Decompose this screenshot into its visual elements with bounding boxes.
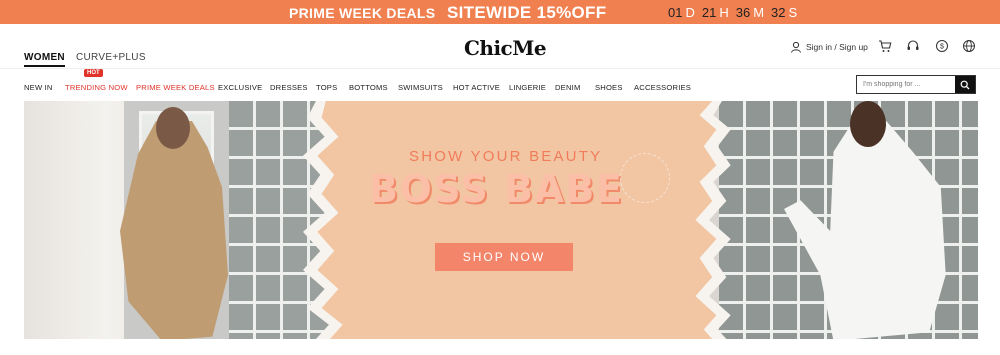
category-nav: HOT NEW IN TRENDING NOW PRIME WEEK DEALS…: [0, 68, 1000, 98]
nav-item-lingerie[interactable]: LINGERIE: [509, 83, 546, 92]
banner-headline: SHOW YOUR BEAUTY: [409, 148, 603, 165]
timer-minutes-unit: M: [753, 5, 765, 20]
timer-days-value: 01: [668, 5, 683, 20]
search-box: [856, 75, 976, 94]
nav-item-tops[interactable]: TOPS: [316, 83, 337, 92]
nav-item-hot-active[interactable]: HOT ACTIVE: [453, 83, 500, 92]
timer-seconds-unit: S: [788, 5, 798, 20]
cart-icon[interactable]: [878, 39, 892, 53]
globe-icon[interactable]: [962, 39, 976, 53]
banner-title: BOSS BABE: [369, 167, 624, 211]
currency-icon[interactable]: $: [935, 39, 949, 53]
signin-label: Sign in / Sign up: [806, 42, 868, 52]
timer-days-unit: D: [685, 5, 695, 20]
prime-week-deals-text: PRIME WEEK DEALS: [289, 5, 436, 21]
site-logo[interactable]: ChicMe: [464, 36, 547, 60]
nav-item-accessories[interactable]: ACCESSORIES: [634, 83, 691, 92]
tab-curve-plus[interactable]: CURVE+PLUS: [76, 52, 146, 63]
timer-hours-value: 21: [701, 5, 717, 20]
nav-item-swimsuits[interactable]: SWIMSUITS: [398, 83, 443, 92]
model-right-head: [850, 101, 886, 147]
search-icon: [960, 80, 970, 89]
site-header: WOMEN CURVE+PLUS ChicMe Sign in / Sign u…: [0, 24, 1000, 68]
nav-item-denim[interactable]: DENIM: [555, 83, 580, 92]
promo-bar[interactable]: PRIME WEEK DEALS SITEWIDE 15%OFF 01 D 21…: [0, 0, 1000, 24]
shop-now-button[interactable]: SHOP NOW: [435, 243, 573, 271]
nav-item-prime-week-deals[interactable]: PRIME WEEK DEALS: [136, 83, 215, 92]
nav-item-new-in[interactable]: NEW IN: [24, 83, 53, 92]
sitewide-discount-text: SITEWIDE 15%OFF: [447, 3, 607, 22]
timer-minutes-value: 36: [735, 5, 751, 20]
nav-item-exclusive[interactable]: EXCLUSIVE: [218, 83, 262, 92]
timer-seconds-value: 32: [771, 5, 786, 20]
search-button[interactable]: [955, 76, 975, 93]
nav-item-dresses[interactable]: DRESSES: [270, 83, 308, 92]
countdown-timer: 01 D 21 H 36 M 32 S: [668, 5, 801, 20]
hot-badge: HOT: [84, 69, 103, 77]
signin-link[interactable]: Sign in / Sign up: [790, 41, 868, 53]
headset-icon[interactable]: [906, 39, 920, 53]
nav-item-shoes[interactable]: SHOES: [595, 83, 623, 92]
hero-banner[interactable]: SHOW YOUR BEAUTY BOSS BABE SHOP NOW: [24, 101, 978, 339]
nav-item-trending-now[interactable]: TRENDING NOW: [65, 83, 128, 92]
nav-item-bottoms[interactable]: BOTTOMS: [349, 83, 388, 92]
model-left-head: [156, 107, 190, 149]
search-input[interactable]: [857, 76, 955, 93]
svg-text:$: $: [940, 44, 944, 51]
user-icon: [791, 41, 801, 53]
tab-women[interactable]: WOMEN: [24, 52, 65, 67]
torn-paper-panel: [317, 101, 717, 339]
timer-hours-unit: H: [719, 5, 729, 20]
